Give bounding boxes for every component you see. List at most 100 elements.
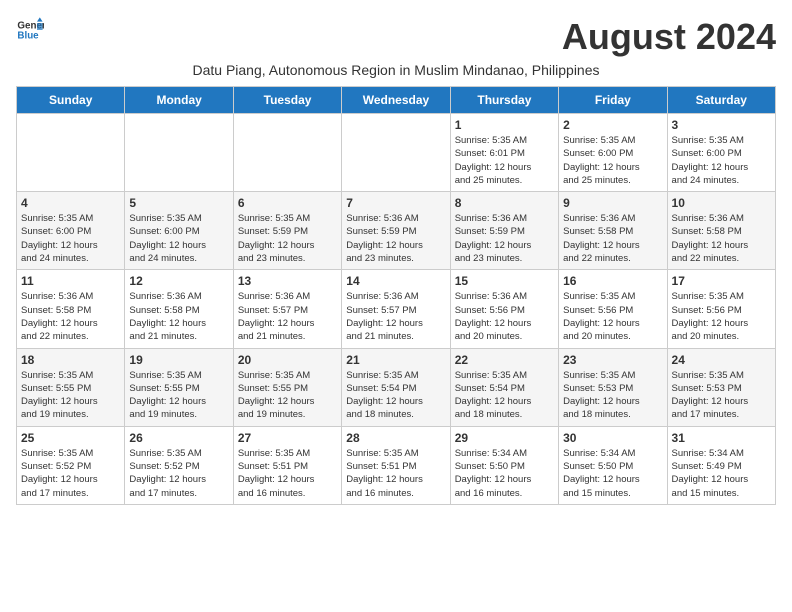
calendar-cell: 30 Sunrise: 5:34 AM Sunset: 5:50 PM Dayli… xyxy=(559,426,667,504)
calendar-cell: 3 Sunrise: 5:35 AM Sunset: 6:00 PM Daylig… xyxy=(667,114,775,192)
calendar-cell: 27Sunrise: 5:35 AM Sunset: 5:51 PM Dayli… xyxy=(233,426,341,504)
day-info: Sunrise: 5:35 AM Sunset: 6:00 PM Dayligh… xyxy=(563,134,662,187)
day-info: Sunrise: 5:35 AM Sunset: 5:56 PM Dayligh… xyxy=(563,290,662,343)
day-info: Sunrise: 5:36 AM Sunset: 5:59 PM Dayligh… xyxy=(455,212,554,265)
calendar-cell: 7 Sunrise: 5:36 AM Sunset: 5:59 PM Daylig… xyxy=(342,192,450,270)
day-info: Sunrise: 5:35 AM Sunset: 6:00 PM Dayligh… xyxy=(672,134,771,187)
day-info: Sunrise: 5:36 AM Sunset: 5:58 PM Dayligh… xyxy=(672,212,771,265)
weekday-header-thursday: Thursday xyxy=(450,87,558,114)
day-info: Sunrise: 5:34 AM Sunset: 5:50 PM Dayligh… xyxy=(455,447,554,500)
day-info: Sunrise: 5:35 AM Sunset: 5:53 PM Dayligh… xyxy=(672,369,771,422)
day-number: 25 xyxy=(21,431,120,445)
calendar-table: SundayMondayTuesdayWednesdayThursdayFrid… xyxy=(16,86,776,505)
day-info: Sunrise: 5:35 AM Sunset: 5:56 PM Dayligh… xyxy=(672,290,771,343)
day-number: 17 xyxy=(672,274,771,288)
calendar-cell: 12 Sunrise: 5:36 AM Sunset: 5:58 PM Dayli… xyxy=(125,270,233,348)
day-info: Sunrise: 5:35 AM Sunset: 5:55 PM Dayligh… xyxy=(129,369,228,422)
calendar-cell: 19 Sunrise: 5:35 AM Sunset: 5:55 PM Dayli… xyxy=(125,348,233,426)
weekday-header-monday: Monday xyxy=(125,87,233,114)
day-number: 30 xyxy=(563,431,662,445)
weekday-header-sunday: Sunday xyxy=(17,87,125,114)
day-number: 19 xyxy=(129,353,228,367)
day-info: Sunrise: 5:35 AM Sunset: 5:53 PM Dayligh… xyxy=(563,369,662,422)
week-row-5: 25 Sunrise: 5:35 AM Sunset: 5:52 PM Dayli… xyxy=(17,426,776,504)
calendar-cell: 31 Sunrise: 5:34 AM Sunset: 5:49 PM Dayli… xyxy=(667,426,775,504)
calendar-cell: 20 Sunrise: 5:35 AM Sunset: 5:55 PM Dayli… xyxy=(233,348,341,426)
day-number: 8 xyxy=(455,196,554,210)
day-number: 3 xyxy=(672,118,771,132)
logo: General Blue xyxy=(16,16,44,44)
day-number: 5 xyxy=(129,196,228,210)
day-number: 22 xyxy=(455,353,554,367)
calendar-cell: 18 Sunrise: 5:35 AM Sunset: 5:55 PM Dayli… xyxy=(17,348,125,426)
day-info: Sunrise: 5:36 AM Sunset: 5:59 PM Dayligh… xyxy=(346,212,445,265)
day-number: 29 xyxy=(455,431,554,445)
calendar-cell: 17 Sunrise: 5:35 AM Sunset: 5:56 PM Dayli… xyxy=(667,270,775,348)
day-info: Sunrise: 5:34 AM Sunset: 5:49 PM Dayligh… xyxy=(672,447,771,500)
day-info: Sunrise: 5:35 AM Sunset: 5:54 PM Dayligh… xyxy=(346,369,445,422)
day-info: Sunrise: 5:35 AM Sunset: 5:54 PM Dayligh… xyxy=(455,369,554,422)
day-info: Sunrise: 5:35 AM Sunset: 5:55 PM Dayligh… xyxy=(238,369,337,422)
logo-icon: General Blue xyxy=(16,16,44,44)
calendar-cell: 22 Sunrise: 5:35 AM Sunset: 5:54 PM Dayli… xyxy=(450,348,558,426)
calendar-cell xyxy=(342,114,450,192)
day-number: 24 xyxy=(672,353,771,367)
calendar-cell: 1Sunrise: 5:35 AM Sunset: 6:01 PM Daylig… xyxy=(450,114,558,192)
calendar-subtitle: Datu Piang, Autonomous Region in Muslim … xyxy=(16,62,776,78)
day-info: Sunrise: 5:35 AM Sunset: 6:00 PM Dayligh… xyxy=(129,212,228,265)
weekday-header-row: SundayMondayTuesdayWednesdayThursdayFrid… xyxy=(17,87,776,114)
day-number: 7 xyxy=(346,196,445,210)
day-info: Sunrise: 5:36 AM Sunset: 5:58 PM Dayligh… xyxy=(21,290,120,343)
day-info: Sunrise: 5:36 AM Sunset: 5:56 PM Dayligh… xyxy=(455,290,554,343)
calendar-cell: 2Sunrise: 5:35 AM Sunset: 6:00 PM Daylig… xyxy=(559,114,667,192)
calendar-cell: 21 Sunrise: 5:35 AM Sunset: 5:54 PM Dayli… xyxy=(342,348,450,426)
calendar-cell: 10 Sunrise: 5:36 AM Sunset: 5:58 PM Dayli… xyxy=(667,192,775,270)
day-info: Sunrise: 5:35 AM Sunset: 5:52 PM Dayligh… xyxy=(21,447,120,500)
week-row-1: 1Sunrise: 5:35 AM Sunset: 6:01 PM Daylig… xyxy=(17,114,776,192)
day-number: 11 xyxy=(21,274,120,288)
week-row-4: 18 Sunrise: 5:35 AM Sunset: 5:55 PM Dayli… xyxy=(17,348,776,426)
day-number: 13 xyxy=(238,274,337,288)
day-number: 6 xyxy=(238,196,337,210)
day-number: 4 xyxy=(21,196,120,210)
weekday-header-friday: Friday xyxy=(559,87,667,114)
calendar-cell xyxy=(125,114,233,192)
calendar-cell xyxy=(233,114,341,192)
calendar-cell: 25 Sunrise: 5:35 AM Sunset: 5:52 PM Dayli… xyxy=(17,426,125,504)
day-info: Sunrise: 5:35 AM Sunset: 6:00 PM Dayligh… xyxy=(21,212,120,265)
day-number: 31 xyxy=(672,431,771,445)
day-info: Sunrise: 5:35 AM Sunset: 5:59 PM Dayligh… xyxy=(238,212,337,265)
day-info: Sunrise: 5:36 AM Sunset: 5:58 PM Dayligh… xyxy=(129,290,228,343)
day-number: 10 xyxy=(672,196,771,210)
day-number: 20 xyxy=(238,353,337,367)
calendar-cell xyxy=(17,114,125,192)
day-number: 1 xyxy=(455,118,554,132)
week-row-3: 11 Sunrise: 5:36 AM Sunset: 5:58 PM Dayli… xyxy=(17,270,776,348)
page-header: General Blue August 2024 xyxy=(16,16,776,58)
day-info: Sunrise: 5:35 AM Sunset: 5:51 PM Dayligh… xyxy=(238,447,337,500)
calendar-cell: 5 Sunrise: 5:35 AM Sunset: 6:00 PM Daylig… xyxy=(125,192,233,270)
weekday-header-tuesday: Tuesday xyxy=(233,87,341,114)
calendar-cell: 13Sunrise: 5:36 AM Sunset: 5:57 PM Dayli… xyxy=(233,270,341,348)
day-number: 28 xyxy=(346,431,445,445)
weekday-header-wednesday: Wednesday xyxy=(342,87,450,114)
calendar-cell: 28Sunrise: 5:35 AM Sunset: 5:51 PM Dayli… xyxy=(342,426,450,504)
day-number: 21 xyxy=(346,353,445,367)
calendar-cell: 23 Sunrise: 5:35 AM Sunset: 5:53 PM Dayli… xyxy=(559,348,667,426)
calendar-cell: 11 Sunrise: 5:36 AM Sunset: 5:58 PM Dayli… xyxy=(17,270,125,348)
calendar-cell: 15Sunrise: 5:36 AM Sunset: 5:56 PM Dayli… xyxy=(450,270,558,348)
day-number: 26 xyxy=(129,431,228,445)
svg-text:Blue: Blue xyxy=(17,30,39,41)
day-number: 12 xyxy=(129,274,228,288)
day-info: Sunrise: 5:34 AM Sunset: 5:50 PM Dayligh… xyxy=(563,447,662,500)
day-info: Sunrise: 5:35 AM Sunset: 5:55 PM Dayligh… xyxy=(21,369,120,422)
calendar-cell: 16Sunrise: 5:35 AM Sunset: 5:56 PM Dayli… xyxy=(559,270,667,348)
calendar-cell: 9Sunrise: 5:36 AM Sunset: 5:58 PM Daylig… xyxy=(559,192,667,270)
day-number: 18 xyxy=(21,353,120,367)
day-info: Sunrise: 5:36 AM Sunset: 5:57 PM Dayligh… xyxy=(346,290,445,343)
day-number: 23 xyxy=(563,353,662,367)
day-info: Sunrise: 5:35 AM Sunset: 5:52 PM Dayligh… xyxy=(129,447,228,500)
calendar-cell: 29 Sunrise: 5:34 AM Sunset: 5:50 PM Dayli… xyxy=(450,426,558,504)
calendar-cell: 8 Sunrise: 5:36 AM Sunset: 5:59 PM Daylig… xyxy=(450,192,558,270)
calendar-cell: 6 Sunrise: 5:35 AM Sunset: 5:59 PM Daylig… xyxy=(233,192,341,270)
